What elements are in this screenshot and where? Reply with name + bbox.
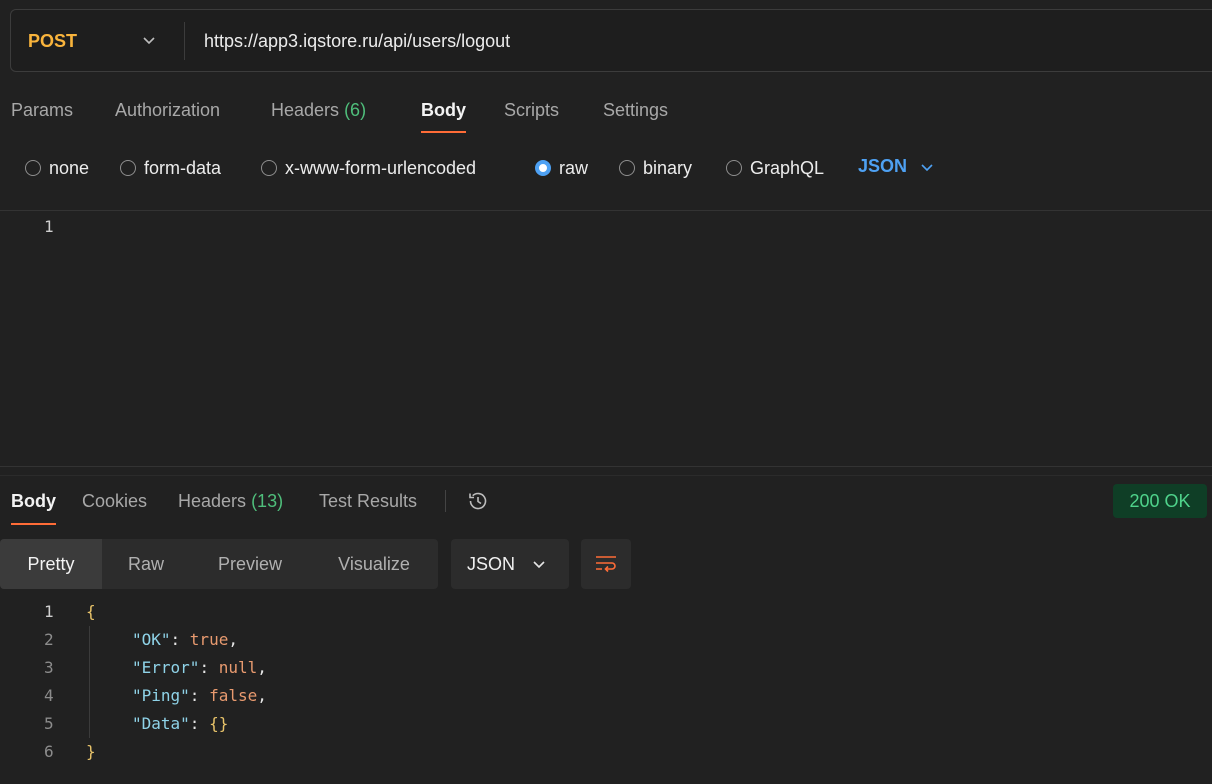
line-number: 5 — [44, 713, 54, 733]
response-tab-headers[interactable]: Headers (13) — [178, 491, 283, 512]
chevron-down-icon — [921, 163, 933, 171]
tab-settings[interactable]: Settings — [603, 100, 668, 121]
body-option-graphql-label: GraphQL — [750, 157, 825, 178]
response-tab-cookies[interactable]: Cookies — [82, 491, 147, 512]
response-headers-count: (13) — [251, 491, 284, 511]
open-brace: { — [86, 601, 96, 621]
url-bar: POST https://app3.iqstore.ru/api/users/l… — [10, 9, 1212, 72]
body-option-urlencoded[interactable]: x-www-form-urlencoded — [261, 156, 476, 180]
url-input[interactable]: https://app3.iqstore.ru/api/users/logout — [204, 31, 510, 52]
json-comma: , — [257, 657, 267, 677]
request-body-editor[interactable]: 1 — [0, 210, 1212, 467]
tab-headers[interactable]: Headers (6) — [271, 100, 366, 121]
json-comma: , — [257, 685, 267, 705]
divider — [184, 22, 185, 60]
json-comma: , — [228, 629, 238, 649]
active-tab-indicator — [421, 131, 466, 133]
json-colon: : — [199, 657, 219, 677]
body-option-binary[interactable]: binary — [619, 156, 692, 180]
json-key: "Error" — [132, 657, 200, 677]
body-option-urlencoded-label: x-www-form-urlencoded — [285, 157, 477, 178]
wrap-lines-button[interactable] — [581, 539, 631, 589]
headers-count: (6) — [344, 100, 367, 120]
line-number: 2 — [44, 629, 54, 649]
body-option-form-data-label: form-data — [144, 157, 222, 178]
indent-guide — [89, 626, 90, 738]
body-option-raw[interactable]: raw — [535, 156, 588, 180]
status-badge: 200 OK — [1113, 484, 1207, 518]
chevron-down-icon — [533, 561, 545, 569]
radio-graphql[interactable] — [726, 160, 742, 176]
line-number: 6 — [44, 741, 54, 761]
section-divider — [0, 475, 1212, 476]
body-option-form-data[interactable]: form-data — [120, 156, 221, 180]
json-value: true — [189, 629, 229, 649]
view-pretty-button[interactable]: Pretty — [0, 539, 102, 589]
json-value: false — [209, 685, 258, 705]
body-option-raw-label: raw — [559, 157, 589, 178]
view-mode-group: Pretty Raw Preview Visualize — [0, 539, 438, 589]
json-colon: : — [189, 685, 210, 705]
body-format-select[interactable]: JSON — [858, 156, 935, 177]
view-raw-button[interactable]: Raw — [102, 539, 190, 589]
json-value: {} — [209, 713, 229, 733]
json-key: "Data" — [132, 713, 190, 733]
tab-params[interactable]: Params — [11, 100, 73, 121]
view-preview-button[interactable]: Preview — [190, 539, 310, 589]
json-key: "OK" — [132, 629, 171, 649]
wrap-lines-icon — [596, 556, 616, 573]
line-number: 4 — [44, 685, 54, 705]
chevron-down-icon[interactable] — [141, 32, 157, 48]
history-icon[interactable] — [466, 489, 490, 513]
response-format-select[interactable]: JSON — [451, 539, 569, 589]
line-number: 3 — [44, 657, 54, 677]
radio-none[interactable] — [25, 160, 41, 176]
radio-binary[interactable] — [619, 160, 635, 176]
body-option-graphql[interactable]: GraphQL — [726, 156, 824, 180]
line-number: 1 — [44, 217, 54, 236]
tab-headers-label: Headers — [271, 100, 340, 120]
tab-authorization[interactable]: Authorization — [115, 100, 220, 121]
json-colon: : — [189, 713, 210, 733]
radio-form-data[interactable] — [120, 160, 136, 176]
tab-scripts[interactable]: Scripts — [504, 100, 559, 121]
divider — [445, 490, 446, 512]
response-format-label: JSON — [467, 553, 516, 574]
radio-raw[interactable] — [535, 160, 551, 176]
response-tab-test-results[interactable]: Test Results — [319, 491, 417, 512]
view-visualize-button[interactable]: Visualize — [310, 539, 438, 589]
json-key: "Ping" — [132, 685, 190, 705]
response-active-tab-indicator — [11, 523, 56, 525]
radio-urlencoded[interactable] — [261, 160, 277, 176]
tab-body[interactable]: Body — [421, 100, 466, 121]
response-tab-body[interactable]: Body — [11, 491, 56, 512]
body-format-label: JSON — [858, 156, 908, 176]
json-colon: : — [170, 629, 190, 649]
body-option-none[interactable]: none — [25, 156, 89, 180]
method-selector[interactable]: POST — [28, 31, 77, 52]
line-number: 1 — [44, 601, 54, 621]
body-option-none-label: none — [49, 157, 90, 178]
body-option-binary-label: binary — [643, 157, 693, 178]
close-brace: } — [86, 741, 96, 761]
json-value: null — [218, 657, 258, 677]
response-tab-headers-label: Headers — [178, 491, 247, 511]
